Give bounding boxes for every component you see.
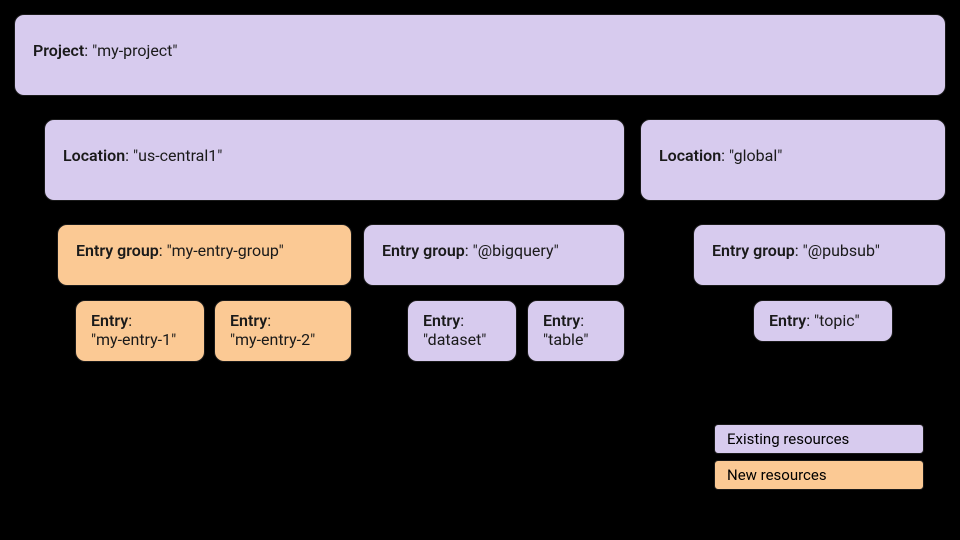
entry-label: Entry bbox=[91, 311, 128, 330]
entry-sep: : bbox=[806, 311, 814, 330]
legend-new: New resources bbox=[714, 460, 924, 490]
project-sep: : bbox=[84, 41, 92, 60]
entry-sep: : bbox=[580, 311, 584, 330]
entry-group-label: Entry group bbox=[382, 241, 465, 260]
entry-label: Entry bbox=[543, 311, 580, 330]
entry-topic-box: Entry: "topic" bbox=[753, 300, 893, 342]
entry-group-my-entry-group-box: Entry group: "my-entry-group" bbox=[57, 224, 352, 286]
entry-label: Entry bbox=[423, 311, 460, 330]
location-value: "global" bbox=[729, 146, 782, 165]
entry-group-sep: : bbox=[795, 241, 803, 260]
entry-group-value: "@bigquery" bbox=[473, 241, 559, 260]
location-label: Location bbox=[63, 146, 125, 165]
entry-group-sep: : bbox=[465, 241, 473, 260]
entry-sep: : bbox=[128, 311, 132, 330]
location-global-box: Location: "global" bbox=[640, 119, 946, 201]
entry-label: Entry bbox=[769, 311, 806, 330]
legend-existing: Existing resources bbox=[714, 424, 924, 454]
entry-value: "my-entry-1" bbox=[91, 330, 176, 349]
location-label: Location bbox=[659, 146, 721, 165]
entry-my-entry-2-box: Entry:"my-entry-2" bbox=[214, 300, 352, 362]
location-sep: : bbox=[125, 146, 133, 165]
entry-value: "my-entry-2" bbox=[230, 330, 315, 349]
entry-my-entry-1-box: Entry:"my-entry-1" bbox=[75, 300, 205, 362]
entry-sep: : bbox=[460, 311, 464, 330]
entry-value: "topic" bbox=[814, 311, 860, 330]
location-sep: : bbox=[721, 146, 729, 165]
project-label: Project bbox=[33, 41, 84, 60]
entry-group-value: "@pubsub" bbox=[803, 241, 880, 260]
entry-group-bigquery-box: Entry group: "@bigquery" bbox=[363, 224, 625, 286]
location-value: "us-central1" bbox=[133, 146, 222, 165]
entry-table-box: Entry:"table" bbox=[527, 300, 625, 362]
entry-group-pubsub-box: Entry group: "@pubsub" bbox=[693, 224, 946, 286]
entry-dataset-box: Entry:"dataset" bbox=[407, 300, 517, 362]
entry-group-value: "my-entry-group" bbox=[167, 241, 284, 260]
legend: Existing resources New resources bbox=[714, 418, 924, 490]
project-value: "my-project" bbox=[92, 41, 177, 60]
location-us-central1-box: Location: "us-central1" bbox=[44, 119, 625, 201]
project-box: Project: "my-project" bbox=[14, 14, 946, 96]
entry-value: "table" bbox=[543, 330, 588, 349]
entry-group-label: Entry group bbox=[76, 241, 159, 260]
entry-label: Entry bbox=[230, 311, 267, 330]
entry-group-sep: : bbox=[159, 241, 167, 260]
entry-group-label: Entry group bbox=[712, 241, 795, 260]
entry-value: "dataset" bbox=[423, 330, 486, 349]
entry-sep: : bbox=[267, 311, 271, 330]
